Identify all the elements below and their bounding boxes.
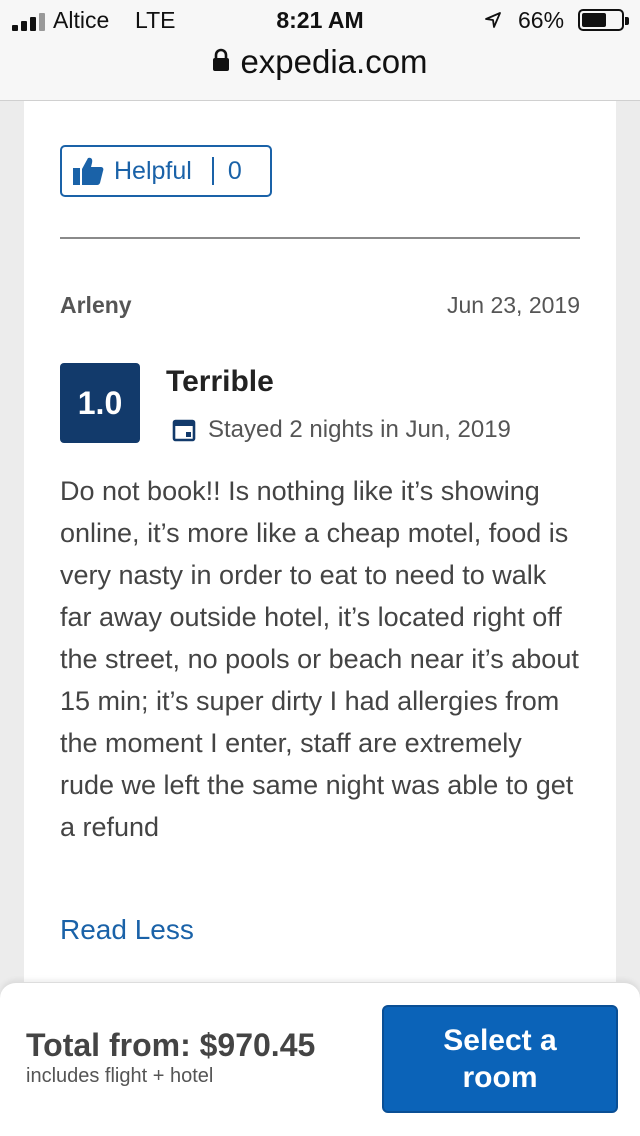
helpful-count: 0 (227, 156, 242, 185)
screen: Altice LTE 8:21 AM 66% expedia.com Helpf… (0, 0, 640, 1136)
total-price: Total from: $970.45 (26, 1027, 316, 1063)
review-card: Helpful 0 Arleny Jun 23, 2019 1.0 Terrib… (24, 101, 616, 1001)
review-author: Arleny (60, 292, 132, 318)
rating-label: Terrible (166, 365, 274, 398)
select-room-button[interactable]: Select a room (382, 1005, 618, 1113)
location-arrow-icon (484, 11, 502, 34)
thumbs-up-icon (72, 156, 104, 186)
review-date: Jun 23, 2019 (446, 292, 580, 318)
booking-bar: Total from: $970.45 includes flight + ho… (0, 982, 640, 1136)
read-less-link[interactable]: Read Less (60, 914, 194, 946)
lock-icon (212, 48, 230, 77)
battery-percent: 66% (518, 7, 565, 33)
url-domain: expedia.com (240, 43, 428, 80)
helpful-divider (211, 157, 214, 185)
review-text: Do not book!! Is nothing like it’s showi… (60, 476, 579, 842)
helpful-label: Helpful (114, 156, 192, 185)
stay-info: Stayed 2 nights in Jun, 2019 (208, 416, 511, 443)
review-divider (60, 237, 580, 239)
url-bar[interactable]: expedia.com (0, 40, 640, 84)
status-bar: Altice LTE 8:21 AM 66% (0, 0, 640, 40)
score-badge: 1.0 (60, 363, 140, 443)
battery-fill (582, 13, 606, 27)
calendar-icon (172, 418, 196, 447)
browser-top-bar: Altice LTE 8:21 AM 66% expedia.com (0, 0, 640, 101)
battery-icon (578, 9, 629, 31)
includes-note: includes flight + hotel (26, 1065, 214, 1087)
helpful-button[interactable]: Helpful 0 (60, 145, 272, 197)
